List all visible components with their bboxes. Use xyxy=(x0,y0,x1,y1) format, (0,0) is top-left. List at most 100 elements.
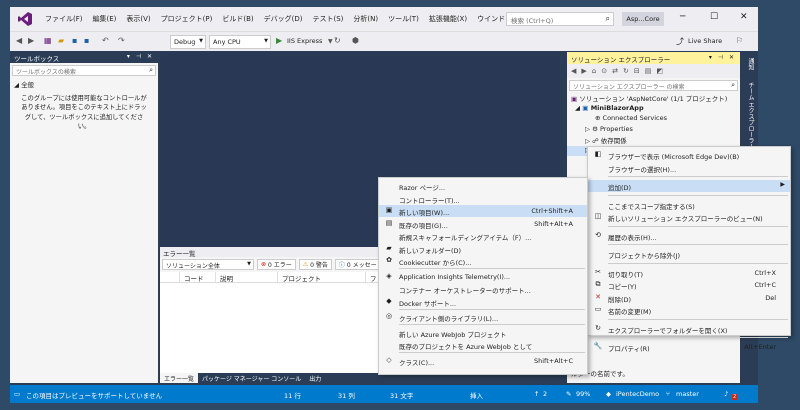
menu-item[interactable]: コンテナー オーケストレーターのサポート... xyxy=(379,283,587,295)
properties-icon[interactable]: ▤ xyxy=(645,67,652,75)
pane-controls-icon[interactable]: ▾ ⊣ ✕ xyxy=(127,53,154,60)
tree-item-properties[interactable]: ▷ ⚙ Properties xyxy=(567,125,740,136)
tree-item-dependencies[interactable]: ▷ ☍ 依存関係 xyxy=(567,135,740,146)
add-submenu: Razor ページ... コントローラー(T)... ▣ 新しい項目(W)... Ctr… xyxy=(378,177,588,375)
tab-error-list[interactable]: エラー一覧 xyxy=(160,373,199,383)
notification-badge: 2 xyxy=(732,394,738,400)
solution-platform-dropdown[interactable]: Any CPU ▼ xyxy=(209,35,271,49)
tab-package-manager-console[interactable]: パッケージ マネージャー コンソール xyxy=(198,373,305,383)
menu-item[interactable]: ▭ 名前の変更(M) xyxy=(588,304,790,316)
tree-item-project[interactable]: ◢ ▣ MiniBlazorApp xyxy=(567,104,740,115)
menu-item[interactable]: テスト(S) xyxy=(307,14,348,24)
menu-item[interactable]: 新規スキャフォールディングアイテム（F）... xyxy=(379,230,587,242)
solution-configuration-dropdown[interactable]: Debug ▼ xyxy=(170,35,206,49)
redo-icon[interactable]: ↷ xyxy=(118,36,125,45)
save-all-icon[interactable]: ▪ xyxy=(84,36,89,45)
column-project[interactable]: プロジェクト xyxy=(278,272,366,283)
collapse-all-icon[interactable]: ⊟ xyxy=(634,67,640,75)
menu-item[interactable]: 既存のプロジェクトを Azure WebJob として xyxy=(379,339,587,351)
menu-item[interactable]: ▤ 既存の項目(G)... Shift+Alt+A xyxy=(379,218,587,230)
back-icon[interactable]: ◀ xyxy=(571,67,576,75)
menu-item[interactable]: ✕ 削除(D) Del xyxy=(588,292,790,304)
run-icon[interactable]: ▶ xyxy=(276,36,282,45)
menu-item[interactable]: ◇ クラス(C)... Shift+Alt+C xyxy=(379,355,587,367)
new-project-icon[interactable]: ▦ xyxy=(44,36,52,45)
menu-item[interactable]: プロジェクトから除外(J) xyxy=(588,248,790,260)
menu-item[interactable]: コントローラー(T)... xyxy=(379,193,587,205)
menu-item[interactable]: 拡張機能(X) xyxy=(424,14,472,24)
live-share-button[interactable]: Live Share xyxy=(688,37,722,45)
menu-item[interactable]: ここまでスコープ指定する(S) xyxy=(588,199,790,211)
menu-item[interactable]: 新しい Azure WebJob プロジェクト xyxy=(379,327,587,339)
undo-icon[interactable]: ↶ xyxy=(102,36,109,45)
tab-output[interactable]: 出力 xyxy=(305,373,325,383)
warnings-filter-button[interactable]: ⚠ 0 警告 xyxy=(298,259,332,270)
close-button[interactable]: ✕ xyxy=(740,12,748,22)
menu-item-shortcut: Del xyxy=(765,293,776,302)
menu-item[interactable]: Razor ページ... xyxy=(379,180,587,192)
feedback-icon[interactable]: ⚐ xyxy=(736,36,743,45)
menu-item[interactable]: 追加(D) ▶ xyxy=(588,180,790,192)
run-target-button[interactable]: IIS Express xyxy=(287,37,322,45)
menu-item[interactable]: 🔧 プロパティ(R) Alt+Enter xyxy=(588,341,790,353)
menu-item[interactable]: ✿ Cookiecutter から(C)... xyxy=(379,255,587,267)
notification-bell-icon[interactable]: ♪ xyxy=(724,390,728,398)
home-icon[interactable]: ⌂ xyxy=(592,67,596,75)
menu-item-icon: ▰ xyxy=(386,243,392,252)
menu-item[interactable]: ◫ 新しいソリューション エクスプローラーのビュー(N) xyxy=(588,211,790,223)
column-description[interactable]: 説明 xyxy=(216,272,278,283)
tree-item-solution[interactable]: ▣ ソリューション 'AspNetCore' (1/1 プロジェクト) xyxy=(567,93,740,104)
menu-item[interactable]: ブラウザーの選択(H)... xyxy=(588,162,790,174)
run-target-dropdown-icon[interactable]: ▼ xyxy=(328,38,333,45)
menu-item[interactable]: ⧉ コピー(Y) Ctrl+C xyxy=(588,279,790,291)
status-branch[interactable]: master xyxy=(676,390,699,398)
toolbox-group-general[interactable]: ◢ 全般 xyxy=(10,78,158,90)
save-icon[interactable]: ▪ xyxy=(72,36,77,45)
pending-changes-icon[interactable]: ⊙ xyxy=(601,67,607,75)
preview-icon[interactable]: ◩ xyxy=(656,67,663,75)
browser-link-icon[interactable]: ⬢ xyxy=(352,36,359,45)
tree-item-connected-services[interactable]: ⊕ Connected Services xyxy=(567,114,740,125)
pane-controls-icon[interactable]: ▾ ⊣ ✕ xyxy=(709,54,736,61)
column-blank xyxy=(160,272,180,282)
menu-item[interactable]: 編集(E) xyxy=(88,14,122,24)
column-code[interactable]: コード xyxy=(180,272,216,283)
minimize-button[interactable]: ─ xyxy=(680,12,685,22)
sync-icon[interactable]: ⇄ xyxy=(612,67,618,75)
refresh-icon[interactable]: ↻ xyxy=(623,67,629,75)
tab-notifications[interactable]: 通知 xyxy=(746,58,755,70)
status-percent[interactable]: 99% xyxy=(576,390,590,398)
status-insert-mode: 挿入 xyxy=(470,392,483,400)
menu-item[interactable]: ↻ エクスプローラーでフォルダーを開く(X) xyxy=(588,323,790,335)
restore-button[interactable]: ☐ xyxy=(710,12,718,22)
refresh-icon[interactable]: ↻ xyxy=(334,36,341,45)
menu-item[interactable]: プロジェクト(P) xyxy=(156,14,218,24)
menu-item[interactable]: 表示(V) xyxy=(121,14,155,24)
solution-explorer-search-input[interactable]: ソリューション エクスプローラー の検索 ⌕ xyxy=(569,80,738,91)
messages-filter-button[interactable]: ⓘ 0 メッセー xyxy=(334,259,381,270)
menu-item[interactable]: ◧ ブラウザーで表示 (Microsoft Edge Dev)(B) xyxy=(588,149,790,161)
menu-item[interactable]: ◈ Application Insights Telemetry(I)... xyxy=(379,271,587,283)
forward-icon[interactable]: ▶ xyxy=(581,67,586,75)
menu-item[interactable]: ◎ クライアント側のライブラリ(L)... xyxy=(379,311,587,323)
menu-item[interactable]: ファイル(F) xyxy=(40,14,88,24)
forward-icon[interactable]: ▶ xyxy=(28,36,34,45)
status-repo[interactable]: iPentecDemo xyxy=(616,390,659,398)
menu-item[interactable]: ビルド(B) xyxy=(217,14,258,24)
error-scope-dropdown[interactable]: ソリューション全体 ▼ xyxy=(162,259,254,270)
status-unpushed[interactable]: 2 xyxy=(543,390,547,398)
menu-item[interactable]: ツール(T) xyxy=(383,14,424,24)
menu-item[interactable]: 分析(N) xyxy=(348,14,383,24)
quick-launch-search[interactable]: 検索 (Ctrl+Q) ⌕ xyxy=(506,12,614,26)
menu-item[interactable]: ▰ 新しいフォルダー(D) xyxy=(379,243,587,255)
menu-item[interactable]: ⟲ 履歴の表示(H)... xyxy=(588,230,790,242)
open-folder-icon[interactable]: ▰ xyxy=(58,36,64,45)
back-icon[interactable]: ◀ xyxy=(16,36,22,45)
menu-item[interactable]: ◆ Docker サポート... xyxy=(379,296,587,308)
menu-item[interactable]: デバッグ(D) xyxy=(259,14,308,24)
tab-team-explorer[interactable]: チーム エクスプローラー xyxy=(746,82,755,150)
menu-item[interactable]: ✂ 切り取り(T) Ctrl+X xyxy=(588,267,790,279)
toolbox-search-input[interactable]: ツールボックスの検索 ⌕ xyxy=(12,65,156,76)
menu-item[interactable]: ▣ 新しい項目(W)... Ctrl+Shift+A xyxy=(379,205,587,217)
errors-filter-button[interactable]: ⊗ 0 エラー xyxy=(257,259,296,270)
